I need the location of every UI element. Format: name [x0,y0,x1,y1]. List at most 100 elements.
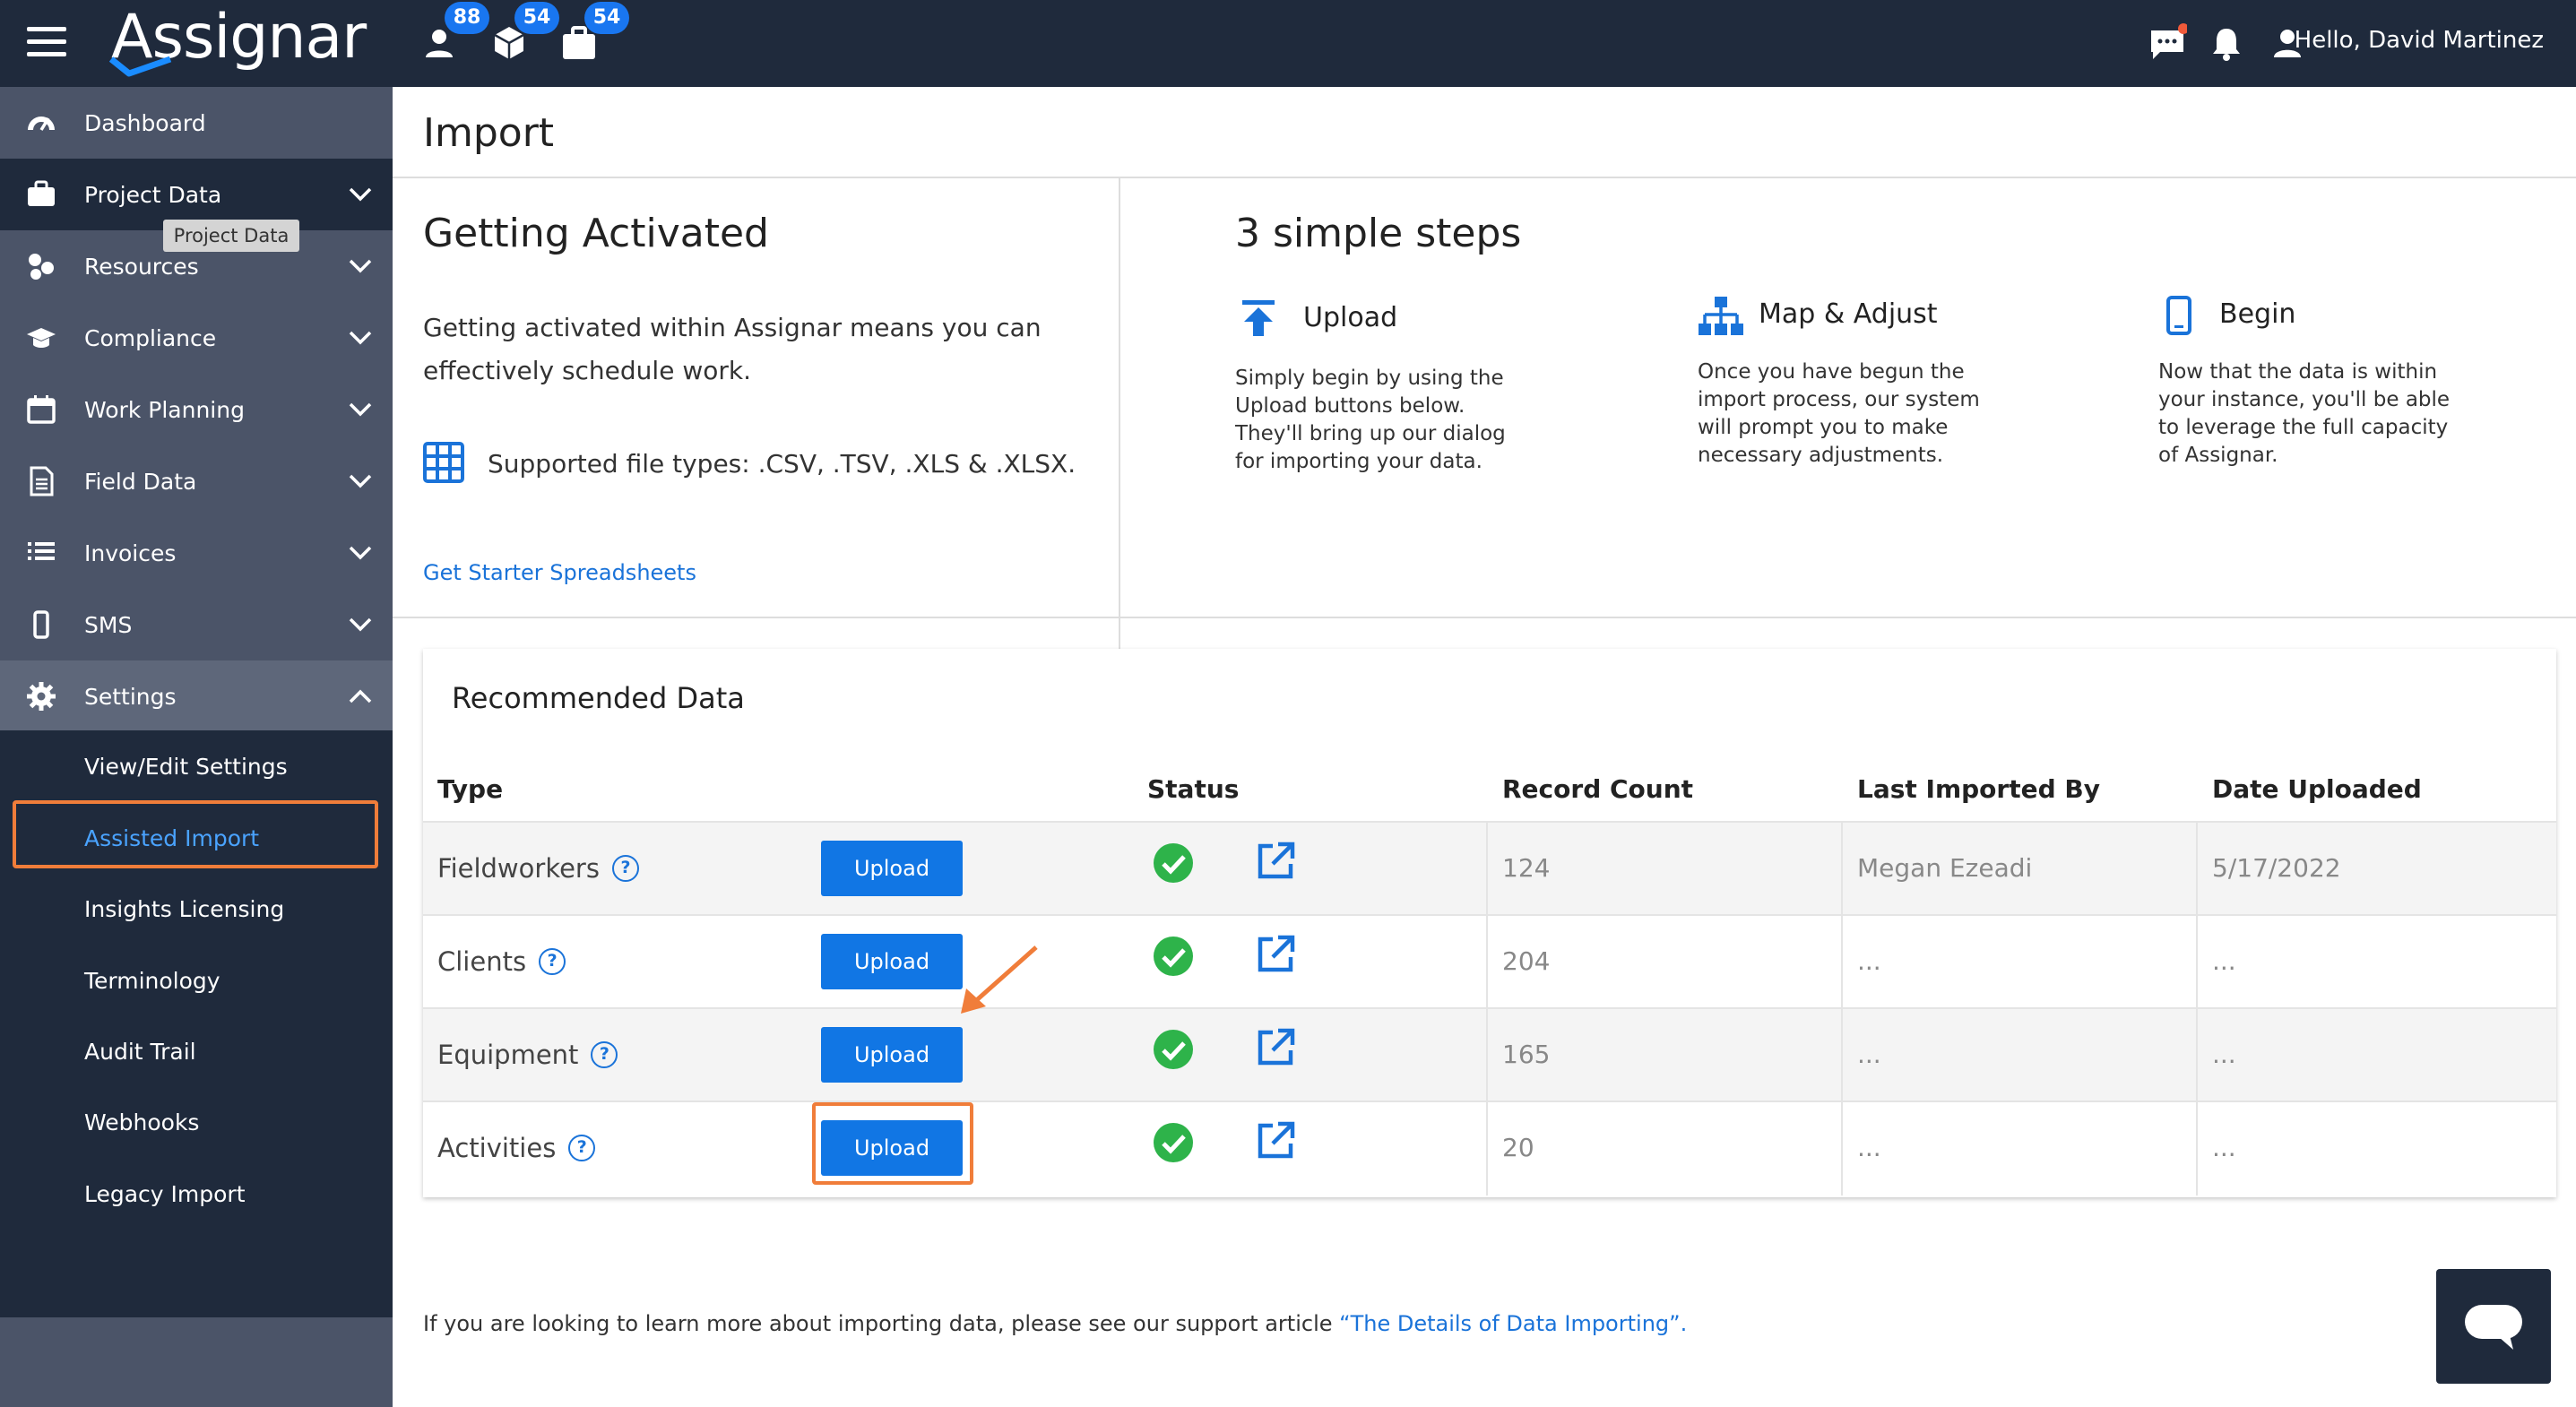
divider [1486,1102,1488,1196]
activated-desc-line1: Getting activated within Assignar means … [423,313,1042,342]
date-uploaded: ... [2212,1133,2236,1162]
bell-icon[interactable] [2207,23,2246,63]
help-icon[interactable]: ? [591,1041,618,1068]
step-upload-title: Upload [1303,302,1398,333]
chevron-down-icon [349,187,372,202]
sidebar-item-compliance[interactable]: Compliance [0,302,393,374]
step-text-line: Simply begin by using the [1235,367,1504,390]
type-label: Equipment [437,1040,579,1070]
check-circle-icon [1154,1030,1193,1069]
briefcase-badge: 54 [584,2,629,34]
step-upload-text: Simply begin by using the Upload buttons… [1235,365,1558,476]
card-title: Recommended Data [452,681,745,715]
type-cell: Activities? [437,1133,596,1163]
sidebar-sub-audit-trail[interactable]: Audit Trail [84,1039,196,1065]
col-header-last-imported-by: Last Imported By [1857,774,2100,804]
step-begin-text: Now that the data is within your instanc… [2158,358,2481,470]
record-count: 165 [1502,1040,1551,1069]
divider [393,617,2576,618]
annotation-arrow [961,945,1038,1014]
sidebar-item-label: SMS [84,611,133,638]
mobile-icon [33,610,49,639]
chevron-down-icon [349,331,372,345]
graduation-cap-icon [27,328,56,348]
type-label: Clients [437,946,527,977]
help-icon[interactable]: ? [611,855,639,882]
sidebar-sub-terminology[interactable]: Terminology [84,968,220,994]
sidebar-sub-view-edit-settings[interactable]: View/Edit Settings [84,754,288,780]
check-circle-icon [1154,937,1193,976]
help-icon[interactable]: ? [568,1135,596,1161]
starter-spreadsheets-link[interactable]: Get Starter Spreadsheets [423,560,696,585]
chat-icon[interactable] [2148,23,2189,63]
people-icon[interactable]: 88 [418,2,489,65]
sidebar-item-label: Field Data [84,468,197,495]
type-cell: Equipment? [437,1040,618,1070]
help-icon[interactable]: ? [539,948,566,975]
sidebar-item-label: Work Planning [84,396,245,423]
document-icon [30,466,54,496]
divider [1841,1009,1843,1102]
chat-widget-button[interactable] [2436,1269,2551,1384]
record-count: 124 [1502,853,1551,883]
sidebar-item-invoices[interactable]: Invoices [0,517,393,589]
sidebar-sub-insights-licensing[interactable]: Insights Licensing [84,896,284,922]
table-row: Fieldworkers? Upload 124 Megan Ezeadi 5/… [423,821,2556,916]
upload-button-equipment[interactable]: Upload [821,1027,963,1083]
step-text-line: import process, our system [1698,388,1980,411]
external-link-icon[interactable] [1255,1120,1296,1161]
sidebar-item-label: Invoices [84,539,177,566]
step-text-line: Now that the data is within [2158,360,2438,384]
briefcase-icon[interactable]: 54 [558,2,629,65]
external-link-icon[interactable] [1255,934,1296,975]
chevron-down-icon [349,259,372,273]
date-uploaded: ... [2212,1040,2236,1069]
step-text-line: your instance, you'll be able [2158,388,2451,411]
upload-icon [1242,300,1275,336]
annotation-highlight [812,1102,973,1185]
sidebar-item-settings[interactable]: Settings [0,660,393,732]
date-uploaded: 5/17/2022 [2212,853,2341,883]
divider [1486,916,1488,1009]
step-map-text: Once you have begun the import process, … [1698,358,2020,470]
resources-icon [29,254,54,280]
chevron-down-icon [349,402,372,417]
date-uploaded: ... [2212,946,2236,976]
menu-icon[interactable] [27,27,66,57]
step-text-line: Once you have begun the [1698,360,1965,384]
sidebar-item-work-planning[interactable]: Work Planning [0,374,393,445]
table-row: Activities? Upload 20 ... ... [423,1101,2556,1196]
gear-icon [27,682,56,711]
sidebar-item-field-data[interactable]: Field Data [0,445,393,517]
external-link-icon[interactable] [1255,1027,1296,1068]
sidebar-sub-legacy-import[interactable]: Legacy Import [84,1181,246,1207]
table-row: Equipment? Upload 165 ... ... [423,1007,2556,1102]
upload-button-clients[interactable]: Upload [821,934,963,989]
step-text-line: of Assignar. [2158,444,2278,467]
cube-badge: 54 [514,2,559,34]
sidebar-item-dashboard[interactable]: Dashboard [0,87,393,159]
support-article-link[interactable]: “The Details of Data Importing”. [1339,1311,1687,1336]
record-count: 204 [1502,946,1551,976]
main-content: Import Getting Activated Getting activat… [393,87,2576,1407]
upload-button-fieldworkers[interactable]: Upload [821,841,963,896]
grid-icon [423,442,464,483]
sidebar-item-sms[interactable]: SMS [0,589,393,660]
sidebar-item-label: Project Data [84,181,222,208]
sidebar-item-label: Compliance [84,324,217,351]
type-label: Activities [437,1133,557,1163]
sidebar-item-label: Resources [84,253,199,280]
external-link-icon[interactable] [1255,841,1296,882]
footer-text: If you are looking to learn more about i… [423,1311,1687,1336]
last-imported-by: ... [1857,946,1881,976]
divider [2196,823,2198,916]
chevron-down-icon [349,617,372,632]
dashboard-icon [28,117,55,131]
step-text-line: will prompt you to make [1698,416,1949,439]
activated-desc-line2: effectively schedule work. [423,356,751,385]
divider [1841,823,1843,916]
step-text-line: They'll bring up our dialog [1235,422,1506,445]
cube-icon[interactable]: 54 [488,2,559,65]
sidebar-sub-webhooks[interactable]: Webhooks [84,1109,199,1135]
user-greeting[interactable]: Hello, David Martinez [2295,27,2544,54]
